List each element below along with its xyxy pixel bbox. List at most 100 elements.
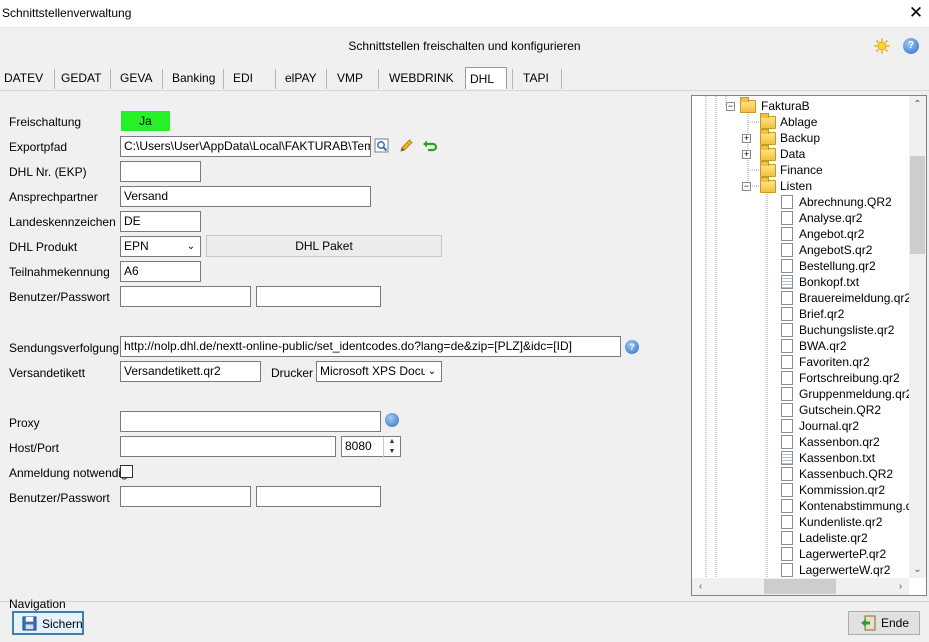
report-file-icon: [781, 547, 793, 561]
anmeldung-checkbox[interactable]: [120, 465, 133, 478]
tab-separator: [326, 69, 327, 89]
tab-datev[interactable]: DATEV: [0, 67, 47, 89]
tab-separator: [162, 69, 163, 89]
tree-vertical-scrollbar[interactable]: ⌃ ⌄: [909, 96, 926, 578]
tab-gedat[interactable]: GEDAT: [57, 67, 105, 89]
freischaltung-toggle[interactable]: Ja: [121, 111, 170, 131]
report-file-icon: [781, 403, 793, 417]
dhl-nr-field[interactable]: [120, 161, 201, 182]
exportpfad-field[interactable]: C:\Users\User\AppData\Local\FAKTURAB\Tem…: [120, 136, 371, 157]
proxy-label: Proxy: [9, 416, 40, 430]
settings-sun-icon[interactable]: [874, 38, 890, 54]
tab-bar: DATEV GEDAT GEVA Banking EDI elPAY VMP W…: [0, 67, 929, 91]
landeskennzeichen-field[interactable]: DE: [120, 211, 201, 232]
reset-arrow-icon[interactable]: [422, 138, 438, 154]
ansprechpartner-field[interactable]: Versand: [120, 186, 371, 207]
tab-separator: [275, 69, 276, 89]
save-label: Sichern: [42, 617, 83, 631]
report-file-icon: [781, 531, 793, 545]
tree-item-label: Backup: [780, 131, 821, 145]
tree-item-label: Bestellung.qr2: [799, 259, 876, 273]
tab-separator: [512, 69, 513, 89]
benutzer-field[interactable]: [120, 286, 251, 307]
tree-item-label: Kassenbon.txt: [799, 451, 876, 465]
help-icon[interactable]: ?: [625, 340, 639, 354]
report-file-icon: [781, 323, 793, 337]
tree-item-label: Kommission.qr2: [799, 483, 886, 497]
report-file-icon: [781, 435, 793, 449]
dhl-produkt-select[interactable]: EPN ⌄: [120, 236, 201, 257]
tree-horizontal-scrollbar[interactable]: ‹ ›: [692, 578, 909, 595]
tree-item-label: Gruppenmeldung.qr2: [799, 387, 913, 401]
chevron-down-icon: ⌄: [186, 241, 196, 252]
proxy-passwort-field[interactable]: [256, 486, 381, 507]
tab-dhl[interactable]: DHL: [465, 67, 507, 89]
report-file-icon: [781, 195, 793, 209]
collapse-icon[interactable]: −: [726, 102, 735, 111]
teilnahme-label: Teilnahmekennung: [9, 265, 110, 279]
tree-item-label: Gutschein.QR2: [799, 403, 882, 417]
port-spinner[interactable]: ▲ ▼: [383, 437, 400, 458]
edit-pencil-icon[interactable]: [398, 138, 414, 154]
spin-up-icon[interactable]: ▲: [384, 437, 400, 447]
report-file-icon: [781, 371, 793, 385]
spin-down-icon[interactable]: ▼: [384, 447, 400, 457]
tree-item-label: Brauereimeldung.qr2: [799, 291, 912, 305]
report-file-icon: [781, 483, 793, 497]
save-button[interactable]: Sichern: [12, 611, 84, 635]
tab-geva[interactable]: GEVA: [116, 67, 156, 89]
passwort-field[interactable]: [256, 286, 381, 307]
report-file-icon: [781, 355, 793, 369]
collapse-icon[interactable]: −: [742, 182, 751, 191]
help-icon[interactable]: ?: [903, 38, 919, 54]
proxy-field[interactable]: [120, 411, 381, 432]
scroll-left-icon[interactable]: ‹: [692, 578, 709, 595]
text-file-icon: [781, 275, 793, 289]
tree-item-label: Listen: [780, 179, 813, 193]
tab-elpay[interactable]: elPAY: [281, 67, 321, 89]
sendungsverfolgung-field[interactable]: http://nolp.dhl.de/nextt-online-public/s…: [120, 336, 621, 357]
host-field[interactable]: [120, 436, 336, 457]
scroll-thumb[interactable]: [764, 579, 836, 594]
expand-icon[interactable]: +: [742, 150, 751, 159]
tree-item-label: Kassenbon.qr2: [799, 435, 880, 449]
tree-item-label: FakturaB: [761, 99, 810, 113]
report-file-icon: [781, 227, 793, 241]
teilnahme-field[interactable]: A6: [120, 261, 201, 282]
versandetikett-field[interactable]: Versandetikett.qr2: [120, 361, 261, 382]
sendungsverfolgung-label: Sendungsverfolgung: [9, 341, 120, 355]
proxy-benutzer-field[interactable]: [120, 486, 251, 507]
page-subtitle: Schnittstellen freischalten und konfigur…: [348, 39, 581, 53]
tab-webdrink[interactable]: WEBDRINK: [385, 67, 458, 89]
dhl-produkt-label: DHL Produkt: [9, 240, 78, 254]
scroll-right-icon[interactable]: ›: [892, 578, 909, 595]
drucker-select[interactable]: Microsoft XPS Docum ⌄: [316, 361, 442, 382]
tree-item-label: LagerwerteP.qr2: [799, 547, 887, 561]
benutzer-label: Benutzer/Passwort: [9, 290, 110, 304]
landeskennzeichen-label: Landeskennzeichen: [9, 215, 116, 229]
folder-tree[interactable]: − FakturaB Ablage + Backup + Data Finance − Lis…: [691, 95, 927, 596]
report-file-icon: [781, 339, 793, 353]
scroll-thumb[interactable]: [910, 156, 925, 254]
tab-banking[interactable]: Banking: [168, 67, 219, 89]
tree-item-label: Ladeliste.qr2: [799, 531, 868, 545]
tab-edi[interactable]: EDI: [229, 67, 257, 89]
proxy-detect-icon[interactable]: [385, 413, 399, 427]
tab-vmp[interactable]: VMP: [333, 67, 367, 89]
expand-icon[interactable]: +: [742, 134, 751, 143]
report-file-icon: [781, 307, 793, 321]
tab-divider: [0, 90, 929, 91]
scroll-up-icon[interactable]: ⌃: [909, 96, 926, 113]
scroll-down-icon[interactable]: ⌄: [909, 561, 926, 578]
report-file-icon: [781, 563, 793, 577]
browse-folder-icon[interactable]: [374, 138, 390, 154]
report-file-icon: [781, 419, 793, 433]
folder-icon: [760, 129, 776, 145]
exportpfad-label: Exportpfad: [9, 140, 68, 154]
tree-item-label: Buchungsliste.qr2: [799, 323, 895, 337]
close-icon[interactable]: ✕: [905, 2, 927, 24]
end-button[interactable]: Ende: [848, 611, 920, 635]
hostport-label: Host/Port: [9, 441, 60, 455]
tree-item-label: AngebotS.qr2: [799, 243, 873, 257]
tab-tapi[interactable]: TAPI: [519, 67, 553, 89]
